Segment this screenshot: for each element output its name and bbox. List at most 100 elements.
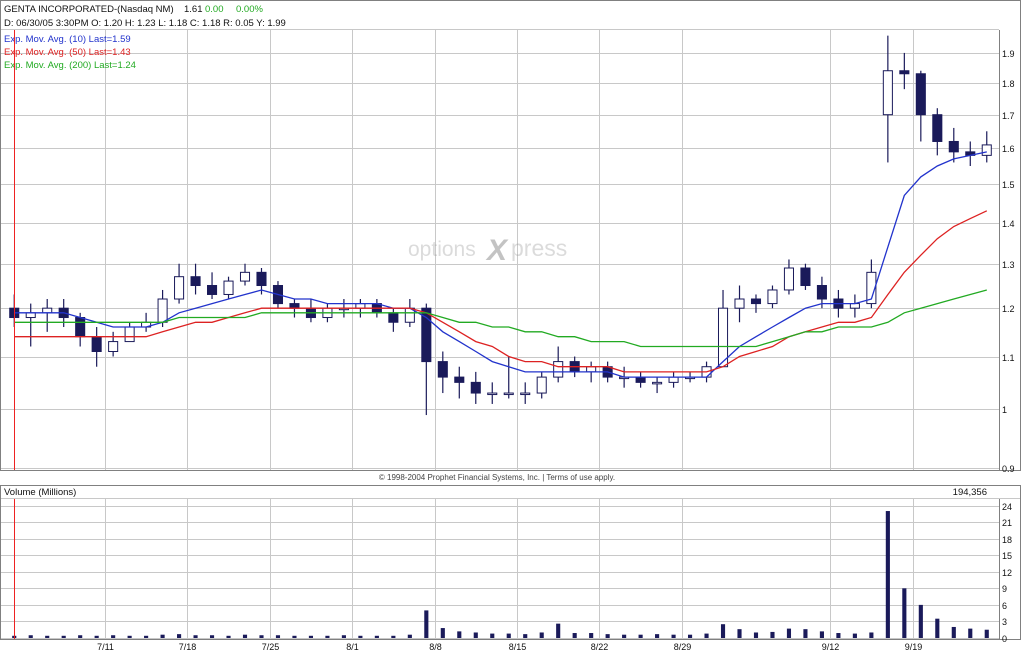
volume-tick-label: 24 <box>1002 502 1012 512</box>
volume-bar <box>506 633 511 638</box>
price-tick-label: 0.9 <box>1002 464 1015 474</box>
volume-bar <box>177 634 182 638</box>
candle-body <box>981 144 992 156</box>
volume-bar <box>589 633 594 638</box>
volume-bar <box>226 635 231 638</box>
candle-body <box>256 271 267 287</box>
candle-body <box>388 312 399 323</box>
volume-bar <box>819 631 824 638</box>
volume-bar <box>292 635 297 638</box>
candle-body <box>635 376 646 383</box>
volume-bar <box>803 629 808 638</box>
candle-body <box>454 376 465 383</box>
price-tick-label: 1.2 <box>1002 304 1015 314</box>
volume-bar <box>622 634 627 638</box>
price-tick-label: 1.3 <box>1002 260 1015 270</box>
volume-tick-label: 18 <box>1002 535 1012 545</box>
volume-tick-label: 21 <box>1002 518 1012 528</box>
volume-bar <box>111 635 116 638</box>
candle-body <box>899 70 910 75</box>
volume-bar <box>902 588 907 638</box>
volume-bar <box>720 624 726 638</box>
volume-bar <box>391 635 396 638</box>
price-tick-label: 1.7 <box>1002 111 1015 121</box>
candle-body <box>174 276 185 300</box>
volume-bar <box>259 635 264 638</box>
candle-body <box>42 307 53 314</box>
date-tick-label: 7/25 <box>262 642 280 652</box>
date-tick-label: 8/22 <box>591 642 609 652</box>
date-tick-label: 7/18 <box>179 642 197 652</box>
candle-body <box>948 140 959 153</box>
candle-body <box>783 267 794 291</box>
candle-body <box>75 317 86 338</box>
legend-ema200: Exp. Mov. Avg. (200) Last=1.24 <box>4 60 136 71</box>
volume-panel-frame <box>0 485 1021 640</box>
volume-bar <box>786 628 792 638</box>
volume-bar <box>127 635 132 638</box>
volume-bar <box>61 635 66 638</box>
volume-bar <box>704 633 709 638</box>
volume-bar <box>753 632 759 638</box>
copyright: © 1998-2004 Prophet Financial Systems, I… <box>379 473 615 482</box>
date-tick-label: 7/11 <box>97 642 114 652</box>
volume-bar <box>638 634 643 638</box>
legend-ema50: Exp. Mov. Avg. (50) Last=1.43 <box>4 47 131 58</box>
volume-bar <box>968 628 973 638</box>
volume-bar <box>572 633 577 638</box>
candle-body <box>932 114 943 142</box>
stock-name: GENTA INCORPORATED-(Nasdaq NM) <box>4 4 174 15</box>
watermark-left: options <box>408 238 476 261</box>
price-tick-label: 1.4 <box>1002 219 1015 229</box>
volume-bar <box>144 635 149 638</box>
volume-bar <box>440 628 445 638</box>
date-tick-label: 8/15 <box>509 642 527 652</box>
price-change: 0.00 <box>205 4 224 15</box>
candle-body <box>124 326 135 343</box>
volume-bar <box>473 632 478 638</box>
volume-bar <box>935 618 940 638</box>
date-tick-label: 8/29 <box>674 642 692 652</box>
volume-bar <box>308 635 314 638</box>
price-tick-label: 1.5 <box>1002 180 1015 190</box>
volume-bar <box>869 632 874 638</box>
volume-last: 194,356 <box>953 487 987 498</box>
candle-body <box>207 285 218 295</box>
volume-tick-label: 0 <box>1002 634 1007 644</box>
volume-bar <box>341 635 346 638</box>
volume-bar <box>885 511 890 638</box>
candle-body <box>816 285 827 300</box>
candle-body <box>190 276 201 287</box>
volume-bar <box>457 631 462 638</box>
candle-body <box>652 381 663 385</box>
volume-bar <box>918 604 923 638</box>
volume-bar <box>605 634 610 638</box>
candle-body <box>503 392 514 396</box>
price-tick-label: 1.6 <box>1002 144 1015 154</box>
volume-bar <box>209 635 215 638</box>
volume-bar <box>160 634 165 638</box>
volume-bar <box>539 632 544 638</box>
volume-bar <box>193 635 198 638</box>
volume-bar <box>94 635 99 638</box>
candle-body <box>91 336 102 352</box>
volume-tick-label: 3 <box>1002 617 1007 627</box>
volume-bar <box>770 631 775 638</box>
legend-ema10: Exp. Mov. Avg. (10) Last=1.59 <box>4 34 131 45</box>
candle-body <box>487 392 498 396</box>
price-tick-label: 1.9 <box>1002 49 1015 59</box>
volume-tick-label: 6 <box>1002 601 1007 611</box>
candle-body <box>520 392 531 396</box>
candle-body <box>800 267 811 287</box>
price-change-pct: 0.00% <box>236 4 263 15</box>
volume-title: Volume (Millions) <box>4 487 76 498</box>
candle-body <box>470 381 481 394</box>
chart-canvas: GENTA INCORPORATED-(Nasdaq NM) 1.61 0.00… <box>0 0 1021 652</box>
volume-bar <box>687 634 693 638</box>
volume-bar <box>490 633 495 638</box>
candle-body <box>586 366 597 373</box>
watermark-x: X <box>485 234 509 267</box>
volume-bar <box>28 635 33 638</box>
quote-line: D: 06/30/05 3:30PM O: 1.20 H: 1.23 L: 1.… <box>4 18 286 29</box>
volume-bar <box>358 635 363 638</box>
